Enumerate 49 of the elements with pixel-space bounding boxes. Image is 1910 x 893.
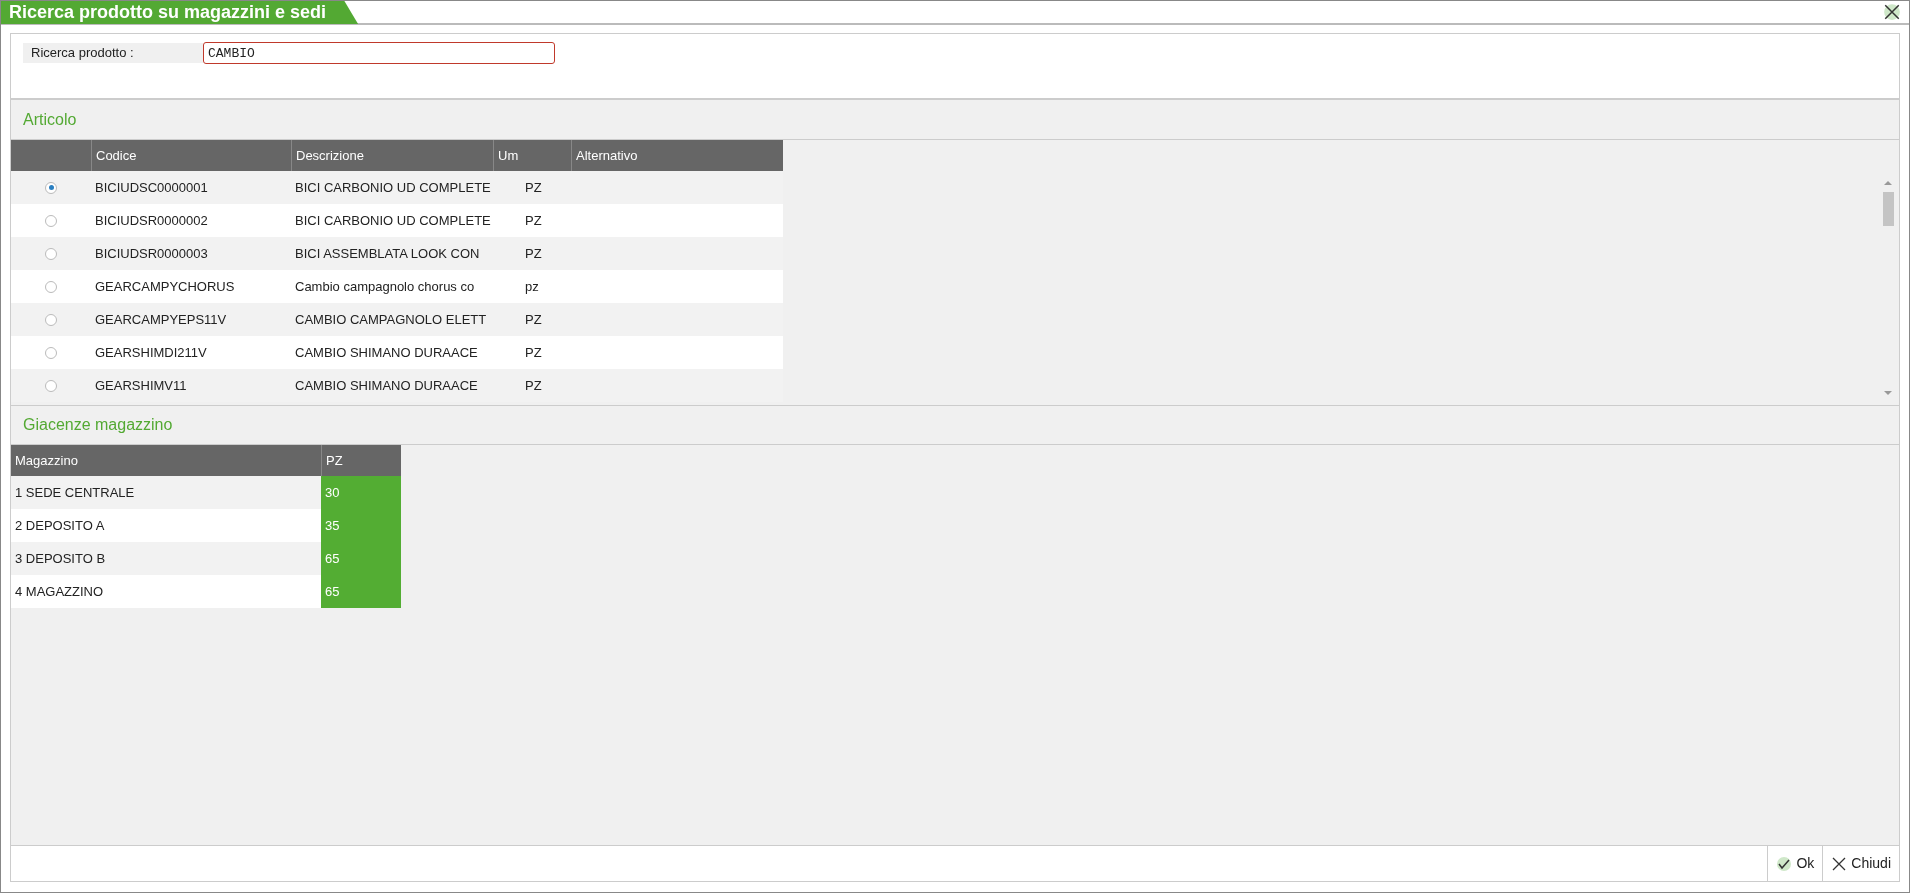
table-cell: CAMBIO SHIMANO DURAACE [295,344,478,360]
close-button[interactable]: Chiudi [1822,846,1899,881]
table-cell: BICI ASSEMBLATA LOOK CON [295,245,480,261]
table-cell: BICIUDSC0000001 [95,179,208,195]
close-icon [1883,3,1901,21]
radio-button[interactable] [45,280,57,293]
section-title: Giacenze magazzino [23,415,173,435]
table-cell: PZ [525,344,542,360]
table-cell: BICIUDSR0000003 [95,245,208,261]
quantity-cell: 30 [321,476,401,509]
table-cell: GEARSHIMV11 [95,377,187,393]
close-button[interactable] [1883,3,1901,21]
table-cell: GEARSHIMDI211V [95,344,207,360]
table-cell: pz [525,278,539,294]
table-cell-text: 4 MAGAZZINO [15,582,104,601]
table-cell: PZ [525,179,542,195]
radio-button[interactable] [45,379,57,392]
table-cell: PZ [525,311,542,327]
window-title: Ricerca prodotto su magazzini e sedi [1,1,359,24]
quantity-cell: 65 [321,542,401,575]
radio-button[interactable] [45,247,57,260]
table-cell: BICIUDSR0000002 [95,212,208,228]
radio-button[interactable] [45,313,57,326]
search-field[interactable]: CAMBIO [203,42,555,64]
table-cell-text: 1 SEDE CENTRALE [15,483,135,502]
table-cell: BICI CARBONIO UD COMPLETE [295,212,491,228]
table-cell-text: 2 DEPOSITO A [15,516,105,535]
table-cell: CAMBIO SHIMANO DURAACE [295,377,478,393]
table-cell: PZ [525,245,542,261]
table-cell: GEARCAMPYEPS11V [95,311,227,327]
quantity-cell: 65 [321,575,401,608]
column-header: Magazzino [14,451,79,470]
radio-button[interactable] [45,181,57,194]
ok-button[interactable]: Ok [1767,846,1823,881]
table-cell: PZ [525,212,542,228]
table-cell-text: 3 DEPOSITO B [15,549,106,568]
section-title: Articolo [23,109,77,130]
radio-button[interactable] [45,346,57,359]
table-cell: Cambio campagnolo chorus co [295,278,475,294]
scrollbar[interactable] [1881,178,1895,398]
search-label: Ricerca prodotto : [23,43,203,63]
table-cell: PZ [525,377,542,393]
radio-button[interactable] [45,214,57,227]
table-cell: GEARCAMPYCHORUS [95,278,235,294]
checkmark-icon [1776,855,1793,872]
table-cell: BICI CARBONIO UD COMPLETE [295,179,491,195]
close-icon [1831,855,1848,872]
table-cell: CAMBIO CAMPAGNOLO ELETT [295,311,487,327]
quantity-cell: 35 [321,509,401,542]
